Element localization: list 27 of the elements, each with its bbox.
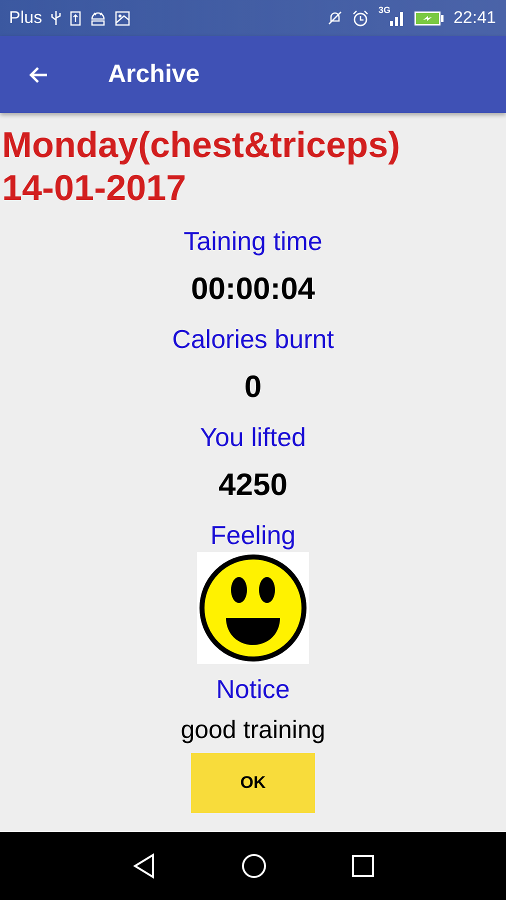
- home-circle-icon[interactable]: [240, 853, 267, 879]
- back-triangle-icon[interactable]: [132, 853, 156, 879]
- stat-label: Calories burnt: [172, 324, 334, 354]
- stat-label: Taining time: [184, 226, 322, 256]
- stat-value: 0: [244, 369, 262, 405]
- stat-value: 00:00:04: [190, 271, 316, 307]
- workout-date: 14-01-2017: [2, 166, 188, 209]
- network-type: 3G: [378, 5, 390, 15]
- battery-icon: [414, 10, 444, 26]
- feeling-label: Feeling: [210, 520, 296, 550]
- workout-name: Monday(chest&triceps): [2, 123, 402, 166]
- mute-icon: [327, 10, 344, 26]
- clock-time: 22:41: [453, 8, 496, 28]
- usb-icon: [51, 10, 62, 26]
- notice-text: good training: [180, 716, 326, 745]
- screen-title: Archive: [108, 60, 200, 89]
- carrier-name: Plus: [9, 8, 42, 28]
- alarm-icon: [352, 10, 370, 26]
- signal-icon: [389, 10, 406, 26]
- notice-label: Notice: [216, 674, 290, 704]
- stat-label: You lifted: [200, 422, 306, 452]
- upload-icon: [70, 10, 82, 26]
- image-icon: [115, 10, 130, 26]
- ok-button[interactable]: OK: [191, 753, 315, 813]
- android-icon: [90, 10, 106, 26]
- stat-value: 4250: [218, 467, 288, 503]
- recents-square-icon[interactable]: [352, 855, 374, 877]
